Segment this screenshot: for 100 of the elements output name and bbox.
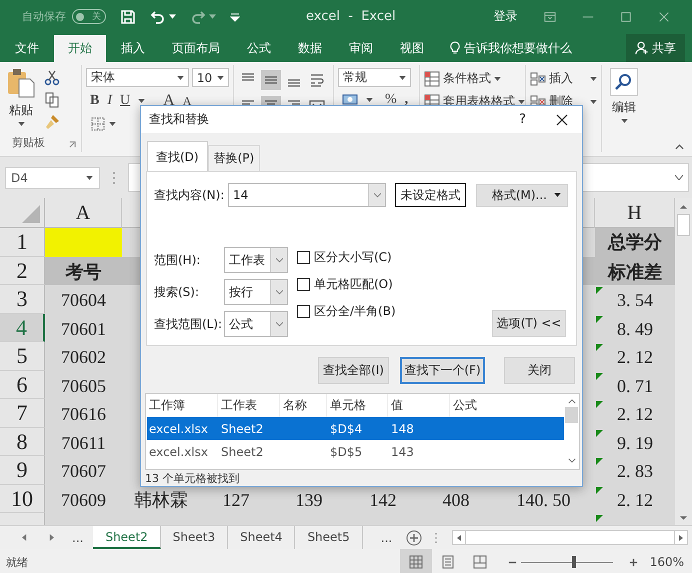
zoom-in-icon[interactable] [628, 558, 638, 566]
option-dropdown[interactable]: 公式 [224, 311, 288, 337]
scroll-up-icon[interactable] [679, 204, 688, 210]
result-row[interactable]: excel.xlsx Sheet2 $D$5 143 [147, 440, 564, 463]
scroll-down-icon[interactable] [679, 515, 688, 521]
more-sheets-button[interactable]: ... [380, 530, 392, 544]
error-indicator-icon[interactable] [596, 458, 603, 465]
horizontal-scrollbar[interactable] [452, 530, 688, 545]
ribbon-tab[interactable]: 数据 [286, 35, 334, 62]
checkbox[interactable] [297, 278, 310, 291]
column-header[interactable]: 公式 [450, 394, 560, 417]
row-header[interactable]: 6 [0, 370, 45, 399]
ribbon-tab[interactable]: 审阅 [337, 35, 385, 62]
scroll-up-icon[interactable] [568, 399, 576, 404]
dialog-button[interactable]: 关闭 [504, 357, 575, 384]
italic-button[interactable]: I [107, 93, 112, 109]
maximize-icon[interactable] [620, 10, 632, 22]
ribbon-tab[interactable]: 页面布局 [160, 35, 232, 62]
ribbon-tab[interactable]: 开始 [54, 35, 106, 62]
checkbox-label[interactable]: 区分大小写(C) [314, 249, 392, 266]
checkbox-label[interactable]: 单元格匹配(O) [314, 276, 393, 293]
add-sheet-icon[interactable] [406, 530, 422, 546]
paste-label[interactable]: 粘贴 [9, 102, 33, 119]
row-header[interactable]: 4 [0, 314, 45, 342]
vertical-scrollbar[interactable] [675, 198, 692, 525]
row-header[interactable]: 1 [0, 228, 45, 256]
bold-button[interactable]: B [90, 93, 100, 109]
column-header[interactable]: H [595, 198, 675, 228]
caret-icon[interactable] [366, 98, 373, 102]
save-icon[interactable] [120, 8, 136, 24]
checkbox-label[interactable]: 区分全/半角(B) [314, 303, 396, 320]
ribbon-tab[interactable]: 公式 [235, 35, 283, 62]
checkbox[interactable] [297, 251, 310, 264]
shrink-font-button[interactable]: A [182, 94, 192, 108]
scroll-left-icon[interactable] [456, 534, 462, 542]
paintbrush-icon[interactable] [44, 114, 60, 130]
row-header[interactable]: 7 [0, 399, 45, 428]
options-button[interactable]: 选项(T) << [492, 310, 566, 337]
format-button[interactable]: 格式(M)... [476, 184, 568, 206]
error-indicator-icon[interactable] [596, 287, 603, 294]
error-indicator-icon[interactable] [596, 515, 603, 522]
row-header[interactable]: 2 [0, 256, 45, 285]
share-button[interactable]: 共享 [626, 34, 685, 62]
sheet-tab[interactable]: Sheet2 [93, 526, 161, 549]
cells-button[interactable]: 插入 [530, 70, 597, 87]
dialog-tab[interactable]: 查找(D) [147, 141, 208, 172]
ribbon-tab[interactable]: 插入 [109, 35, 157, 62]
ribbon-display-icon[interactable] [544, 10, 556, 22]
error-indicator-icon[interactable] [596, 430, 603, 436]
row-header[interactable]: 3 [0, 285, 45, 314]
error-indicator-icon[interactable] [596, 401, 603, 408]
dialog-tab[interactable]: 替换(P) [208, 145, 260, 171]
font-dropdown[interactable]: 宋体 [86, 68, 189, 87]
column-header[interactable]: A [45, 198, 122, 228]
row-header[interactable]: 9 [0, 456, 45, 484]
caret-icon[interactable] [109, 122, 116, 126]
dialog-launcher-icon[interactable] [69, 141, 76, 148]
number-format-dropdown[interactable]: 常规 [338, 68, 411, 87]
row-header[interactable]: 8 [0, 428, 45, 456]
lightbulb-icon[interactable] [450, 41, 460, 55]
undo-icon[interactable] [150, 8, 166, 24]
name-box[interactable]: D4 [5, 166, 100, 188]
caret-icon[interactable] [169, 14, 176, 19]
dialog-button[interactable]: 查找下一个(F) [400, 357, 485, 384]
find-input[interactable]: 14 [228, 183, 386, 207]
zoom-slider-thumb[interactable] [572, 556, 576, 568]
ribbon-tab[interactable]: 文件 [3, 35, 51, 62]
previous-sheet-icon[interactable] [22, 534, 27, 541]
error-indicator-icon[interactable] [596, 486, 603, 494]
editing-button[interactable]: 编辑 [606, 68, 642, 123]
dialog-button[interactable]: 查找全部(I) [318, 357, 389, 384]
customize-icon[interactable] [230, 12, 240, 22]
row-header[interactable]: 10 [0, 484, 45, 513]
sign-in-link[interactable]: 登录 [494, 8, 518, 25]
zoom-level[interactable]: 160% [650, 555, 684, 569]
comma-button[interactable]: , [404, 92, 408, 108]
option-dropdown[interactable]: 工作表 [224, 247, 288, 273]
scrollbar-thumb[interactable] [677, 214, 690, 236]
percent-button[interactable]: % [385, 92, 397, 108]
more-sheets-button[interactable]: ... [72, 530, 84, 544]
copy-icon[interactable] [44, 92, 60, 108]
tell-me-search[interactable]: 告诉我你想要做什么 [464, 35, 572, 62]
caret-icon[interactable] [138, 99, 146, 103]
normal-view-icon[interactable] [400, 549, 432, 573]
styles-button[interactable]: 条件格式 [424, 70, 521, 87]
redo-icon[interactable] [190, 8, 206, 24]
scroll-right-icon[interactable] [678, 534, 684, 542]
row-header[interactable]: 5 [0, 342, 45, 370]
scroll-down-icon[interactable] [568, 458, 576, 463]
scissors-icon[interactable] [44, 70, 60, 86]
borders-icon[interactable] [90, 116, 106, 132]
checkbox[interactable] [297, 305, 310, 318]
underline-button[interactable]: U [120, 93, 130, 109]
caret-icon[interactable] [18, 122, 24, 126]
collapse-ribbon-icon[interactable] [675, 144, 684, 150]
scrollbar-thumb[interactable] [465, 531, 676, 544]
font-size-dropdown[interactable]: 10 [192, 68, 229, 87]
help-button[interactable]: ? [519, 112, 526, 127]
scrollbar-thumb[interactable] [565, 407, 578, 423]
result-row[interactable]: excel.xlsx Sheet2 $D$4 148 [147, 417, 564, 440]
